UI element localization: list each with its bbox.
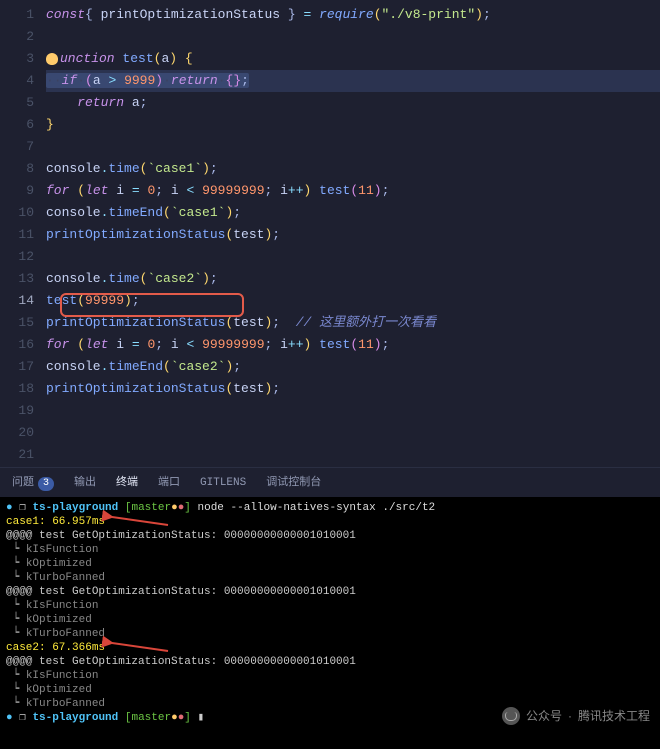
tab-output[interactable]: 输出	[72, 468, 98, 498]
watermark: 公众号 · 腾讯技术工程	[502, 707, 650, 725]
tab-gitlens[interactable]: GITLENS	[198, 468, 248, 498]
tab-terminal[interactable]: 终端	[114, 468, 140, 498]
tab-debug-console[interactable]: 调试控制台	[264, 468, 323, 498]
selected-line: ··if·(a > 9999)·return·{};	[46, 70, 660, 92]
code-line: const{ printOptimizationStatus } = requi…	[46, 4, 660, 26]
terminal-output-case2: case2: 67.366ms	[6, 641, 654, 655]
terminal-output-case1: case1: 66.957ms	[6, 515, 654, 529]
tab-problems[interactable]: 问题3	[10, 468, 56, 498]
terminal[interactable]: ● ❐ ts-playground [master●●] node --allo…	[0, 497, 660, 749]
panel-tabs: 问题3 输出 终端 端口 GITLENS 调试控制台	[0, 467, 660, 497]
wechat-icon	[502, 707, 520, 725]
code-editor[interactable]: 1 2 3 4 5 6 7 8 9 10 11 12 13 14 15 16 1…	[0, 0, 660, 467]
lightbulb-icon[interactable]	[46, 53, 58, 65]
line-number-gutter: 1 2 3 4 5 6 7 8 9 10 11 12 13 14 15 16 1…	[0, 4, 46, 466]
problems-badge: 3	[38, 477, 54, 491]
terminal-output: @@@@ test GetOptimizationStatus: 0000000…	[6, 529, 654, 543]
tab-ports[interactable]: 端口	[156, 468, 182, 498]
terminal-prompt: ● ❐ ts-playground [master●●] node --allo…	[6, 501, 654, 515]
code-content[interactable]: const{ printOptimizationStatus } = requi…	[46, 4, 660, 466]
